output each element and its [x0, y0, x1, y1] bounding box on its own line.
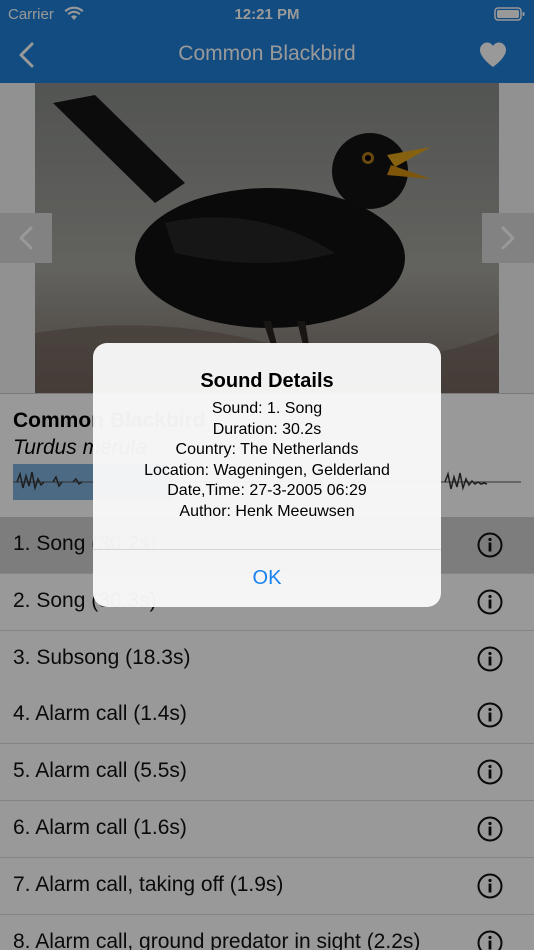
- dialog-title: Sound Details: [200, 370, 334, 392]
- dialog-country-line: Country: The Netherlands: [175, 441, 359, 459]
- dialog-location-line: Location: Wageningen, Gelderland: [144, 461, 390, 479]
- dialog-sound-line: Sound: 1. Song: [211, 400, 323, 417]
- dialog-author-line: Author: Henk Meeuwsen: [179, 502, 355, 520]
- dialog-message: Sound: 1. Song Duration: 30.2s Country: …: [93, 399, 441, 523]
- dialog-datetime-line: Date,Time: 27-3-2005 06:29: [167, 482, 367, 500]
- sound-details-dialog: Sound Details Sound: 1. Song Duration: 3…: [93, 343, 441, 607]
- dialog-duration-line: Duration: 30.2s: [212, 420, 322, 438]
- ok-button[interactable]: OK: [93, 550, 441, 607]
